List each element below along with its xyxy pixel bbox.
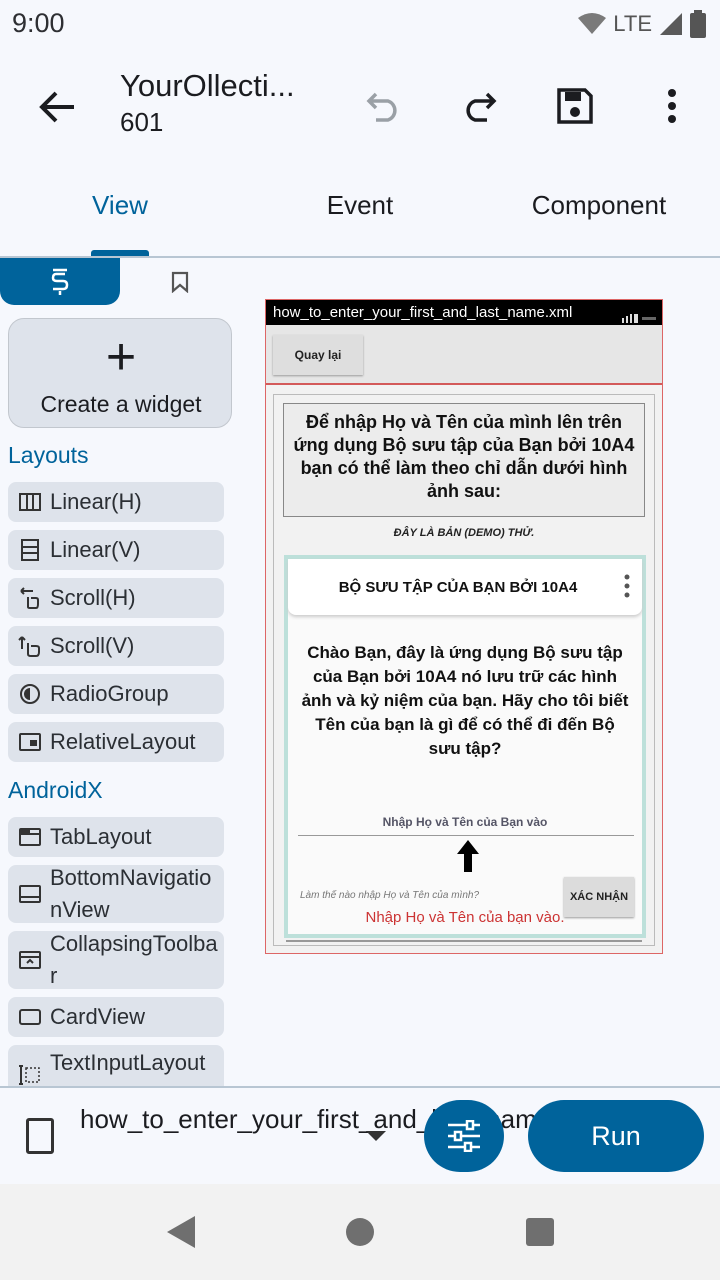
network-type-label: LTE	[613, 11, 652, 36]
widget-chip-label: CollapsingToolbar	[50, 931, 218, 988]
demo-app-title: BỘ SƯU TẬP CỦA BẠN BỞI 10A4	[338, 579, 578, 596]
preview-app-bar: Quay lại	[266, 325, 662, 385]
demo-more-vert-icon	[624, 574, 630, 598]
save-icon	[557, 88, 593, 124]
scroll-horizontal-icon	[18, 586, 42, 610]
radio-group-icon	[18, 682, 42, 706]
bottom-bar-divider	[0, 1086, 720, 1088]
bookmark-icon	[171, 271, 189, 293]
widget-chip-label: Scroll(H)	[50, 585, 136, 610]
section-title-layouts: Layouts	[8, 442, 89, 468]
arrow-back-icon	[39, 91, 74, 123]
project-subtitle: 601	[120, 107, 164, 137]
widget-chip-label: Linear(V)	[50, 537, 141, 562]
preview-status-bar: how_to_enter_your_first_and_last_name.xm…	[266, 300, 662, 325]
nav-recents-icon[interactable]	[526, 1218, 554, 1246]
widget-chip-card-view[interactable]: CardView	[8, 997, 224, 1037]
status-icons: LTE	[577, 9, 706, 39]
palette-tab-widgets[interactable]	[0, 258, 120, 305]
preview-demo-note: ĐÂY LÀ BẢN (DEMO) THỬ.	[393, 527, 535, 539]
linear-horizontal-icon	[18, 490, 42, 514]
scroll-vertical-icon	[18, 634, 42, 658]
widget-chip-label: TabLayout	[50, 824, 152, 849]
widget-chip-scroll-v[interactable]: Scroll(V)	[8, 626, 224, 666]
card-view-icon	[18, 1005, 42, 1029]
demo-error-note: Nhập Họ và Tên của bạn vào.	[365, 909, 565, 926]
widget-chip-label: CardView	[50, 1004, 145, 1029]
preview-back-button[interactable]: Quay lại	[273, 335, 363, 375]
palette-widgets-icon	[51, 268, 69, 295]
undo-icon	[366, 92, 397, 122]
androidx-widget-list[interactable]: TabLayout BottomNavigationView Collapsin…	[0, 810, 236, 1088]
file-icon	[26, 1118, 54, 1154]
demo-welcome-message: Chào Bạn, đây là ứng dụng Bộ sưu tập của…	[301, 643, 629, 758]
demo-name-input-hint: Nhập Họ và Tên của Bạn vào	[382, 815, 548, 829]
preview-status-icons	[622, 314, 656, 323]
preview-scroll-container[interactable]: Để nhập Họ và Tên của mình lên trên ứng …	[273, 394, 655, 946]
relative-layout-icon	[18, 730, 42, 754]
undo-button[interactable]	[356, 78, 412, 134]
create-widget-button[interactable]: + Create a widget	[8, 318, 232, 428]
widget-chip-tab-layout[interactable]: TabLayout	[8, 817, 224, 857]
palette-tab-bookmarks[interactable]	[150, 262, 210, 302]
tab-view[interactable]: View	[40, 190, 200, 230]
widget-chip-relative-layout[interactable]: RelativeLayout	[8, 722, 224, 762]
widget-chip-collapsing-toolbar[interactable]: CollapsingToolbar	[8, 931, 224, 989]
collapsing-toolbar-icon	[18, 948, 42, 972]
widget-chip-label: TextInputLayout	[50, 1050, 206, 1075]
widget-chip-text-input-layout[interactable]: TextInputLayout	[8, 1045, 224, 1088]
widget-chip-label: BottomNavigationView	[50, 865, 212, 922]
project-title: YourOllecti...	[120, 68, 295, 103]
tune-icon	[448, 1120, 480, 1152]
add-icon: +	[105, 328, 137, 386]
text-input-layout-icon	[18, 1063, 42, 1087]
more-vert-icon	[668, 89, 676, 123]
widget-chip-label: Scroll(V)	[50, 633, 135, 658]
redo-button[interactable]	[451, 78, 507, 134]
nav-back-icon[interactable]	[163, 1214, 199, 1250]
create-widget-label: Create a widget	[40, 391, 202, 417]
widget-chip-label: Linear(H)	[50, 489, 142, 514]
preview-demo-image: BỘ SƯU TẬP CỦA BẠN BỞI 10A4 Chào Bạn, đâ…	[284, 555, 646, 938]
tab-event[interactable]: Event	[280, 190, 440, 230]
nav-home-icon[interactable]	[346, 1218, 374, 1246]
file-selector[interactable]: how_to_enter_your_first_and_last_name.xm…	[80, 1102, 599, 1137]
save-button[interactable]	[547, 78, 603, 134]
arrow-up-icon	[457, 840, 479, 872]
demo-app-bar: BỘ SƯU TẬP CỦA BẠN BỞI 10A4	[288, 559, 642, 615]
preview-divider	[286, 940, 642, 942]
widget-chip-label: RadioGroup	[50, 681, 169, 706]
preview-file-title: how_to_enter_your_first_and_last_name.xm…	[273, 304, 573, 321]
status-bar: 9:00 LTE	[0, 0, 720, 50]
dropdown-arrow-icon[interactable]	[364, 1128, 388, 1144]
section-title-androidx: AndroidX	[8, 777, 103, 803]
battery-icon	[690, 10, 706, 38]
widget-chip-radio-group[interactable]: RadioGroup	[8, 674, 224, 714]
widget-chip-scroll-h[interactable]: Scroll(H)	[8, 578, 224, 618]
wifi-icon	[578, 13, 607, 34]
layout-options-button[interactable]	[424, 1100, 504, 1172]
redo-icon	[466, 92, 497, 122]
signal-icon	[660, 13, 682, 35]
preview-instruction-text: Để nhập Họ và Tên của mình lên trên ứng …	[283, 403, 645, 517]
widget-chip-linear-h[interactable]: Linear(H)	[8, 482, 224, 522]
back-button[interactable]	[30, 80, 84, 134]
widget-chip-bottom-navigation[interactable]: BottomNavigationView	[8, 865, 224, 923]
linear-vertical-icon	[18, 538, 42, 562]
status-time: 9:00	[12, 8, 65, 38]
widget-chip-label: RelativeLayout	[50, 729, 196, 754]
demo-help-text: Làm thế nào nhập Họ và Tên của mình?	[300, 890, 480, 901]
tab-layout-icon	[18, 825, 42, 849]
layout-preview[interactable]: how_to_enter_your_first_and_last_name.xm…	[265, 299, 663, 954]
run-button[interactable]: Run	[528, 1100, 704, 1172]
bottom-navigation-icon	[18, 882, 42, 906]
demo-input-underline	[298, 835, 634, 836]
widget-chip-linear-v[interactable]: Linear(V)	[8, 530, 224, 570]
more-options-button[interactable]	[644, 78, 700, 134]
tab-component[interactable]: Component	[510, 190, 688, 230]
